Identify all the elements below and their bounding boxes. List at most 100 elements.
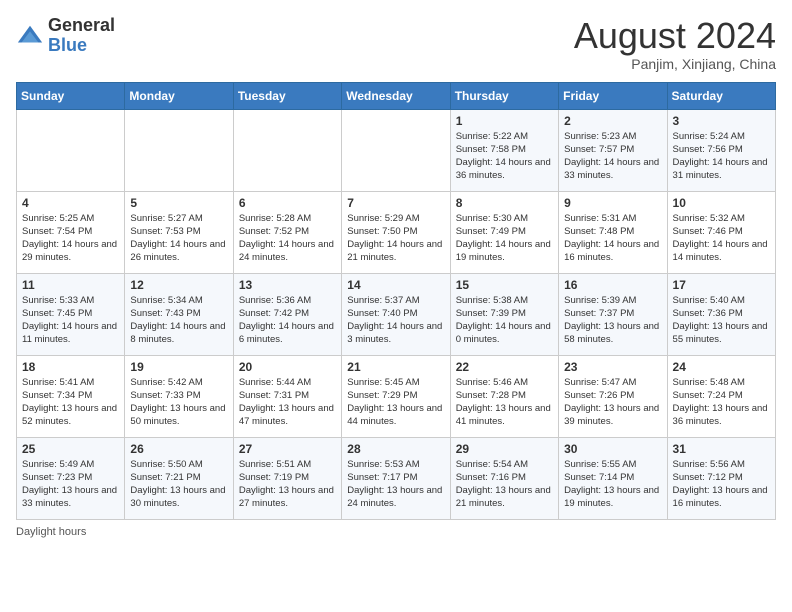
- day-number: 1: [456, 114, 553, 128]
- location: Panjim, Xinjiang, China: [574, 56, 776, 72]
- calendar-week-row: 4 Sunrise: 5:25 AMSunset: 7:54 PMDaylight…: [17, 191, 776, 273]
- calendar-cell: 27Sunrise: 5:51 AMSunset: 7:19 PMDayligh…: [233, 437, 341, 519]
- calendar-cell: [17, 109, 125, 191]
- calendar-cell: 19Sunrise: 5:42 AMSunset: 7:33 PMDayligh…: [125, 355, 233, 437]
- calendar-cell: 31Sunrise: 5:56 AMSunset: 7:12 PMDayligh…: [667, 437, 775, 519]
- day-info: Sunrise: 5:56 AMSunset: 7:12 PMDaylight:…: [673, 458, 770, 511]
- day-header-tuesday: Tuesday: [233, 82, 341, 109]
- logo: General Blue: [16, 16, 115, 56]
- day-number: 8: [456, 196, 553, 210]
- day-number: 13: [239, 278, 336, 292]
- day-info: Sunrise: 5:53 AMSunset: 7:17 PMDaylight:…: [347, 458, 444, 511]
- day-number: 20: [239, 360, 336, 374]
- calendar-cell: 25Sunrise: 5:49 AMSunset: 7:23 PMDayligh…: [17, 437, 125, 519]
- day-number: 17: [673, 278, 770, 292]
- day-number: 5: [130, 196, 227, 210]
- day-info: Sunrise: 5:27 AMSunset: 7:53 PMDaylight:…: [130, 212, 227, 265]
- calendar-cell: 13Sunrise: 5:36 AMSunset: 7:42 PMDayligh…: [233, 273, 341, 355]
- day-number: 15: [456, 278, 553, 292]
- day-info: Sunrise: 5:23 AMSunset: 7:57 PMDaylight:…: [564, 130, 661, 183]
- logo-blue-text: Blue: [48, 35, 87, 55]
- day-info: Sunrise: 5:55 AMSunset: 7:14 PMDaylight:…: [564, 458, 661, 511]
- calendar-cell: 17 Sunrise: 5:40 AMSunset: 7:36 PMDayligh…: [667, 273, 775, 355]
- day-number: 22: [456, 360, 553, 374]
- calendar-cell: 1 Sunrise: 5:22 AMSunset: 7:58 PMDaylight…: [450, 109, 558, 191]
- calendar-cell: [233, 109, 341, 191]
- calendar-cell: 2Sunrise: 5:23 AMSunset: 7:57 PMDaylight…: [559, 109, 667, 191]
- calendar-week-row: 18 Sunrise: 5:41 AMSunset: 7:34 PMDayligh…: [17, 355, 776, 437]
- day-info: Sunrise: 5:39 AMSunset: 7:37 PMDaylight:…: [564, 294, 661, 347]
- day-info: Sunrise: 5:28 AMSunset: 7:52 PMDaylight:…: [239, 212, 336, 265]
- page-header: General Blue August 2024 Panjim, Xinjian…: [16, 16, 776, 72]
- day-number: 26: [130, 442, 227, 456]
- day-info: Sunrise: 5:30 AMSunset: 7:49 PMDaylight:…: [456, 212, 553, 265]
- calendar-cell: 23 Sunrise: 5:47 AMSunset: 7:26 PMDayligh…: [559, 355, 667, 437]
- day-number: 28: [347, 442, 444, 456]
- calendar-cell: 30Sunrise: 5:55 AMSunset: 7:14 PMDayligh…: [559, 437, 667, 519]
- day-info: Sunrise: 5:24 AMSunset: 7:56 PMDaylight:…: [673, 130, 770, 183]
- calendar-week-row: 1 Sunrise: 5:22 AMSunset: 7:58 PMDaylight…: [17, 109, 776, 191]
- calendar-header-row: SundayMondayTuesdayWednesdayThursdayFrid…: [17, 82, 776, 109]
- calendar-cell: 26 Sunrise: 5:50 AMSunset: 7:21 PMDayligh…: [125, 437, 233, 519]
- day-info: Sunrise: 5:48 AMSunset: 7:24 PMDaylight:…: [673, 376, 770, 429]
- logo-icon: [16, 22, 44, 50]
- calendar-cell: 12 Sunrise: 5:34 AMSunset: 7:43 PMDayligh…: [125, 273, 233, 355]
- day-info: Sunrise: 5:29 AMSunset: 7:50 PMDaylight:…: [347, 212, 444, 265]
- day-header-wednesday: Wednesday: [342, 82, 450, 109]
- calendar-week-row: 11 Sunrise: 5:33 AMSunset: 7:45 PMDayligh…: [17, 273, 776, 355]
- day-info: Sunrise: 5:41 AMSunset: 7:34 PMDaylight:…: [22, 376, 119, 429]
- day-number: 19: [130, 360, 227, 374]
- day-info: Sunrise: 5:45 AMSunset: 7:29 PMDaylight:…: [347, 376, 444, 429]
- day-number: 9: [564, 196, 661, 210]
- day-number: 11: [22, 278, 119, 292]
- day-number: 23: [564, 360, 661, 374]
- calendar-week-row: 25Sunrise: 5:49 AMSunset: 7:23 PMDayligh…: [17, 437, 776, 519]
- day-info: Sunrise: 5:46 AMSunset: 7:28 PMDaylight:…: [456, 376, 553, 429]
- calendar-cell: 11 Sunrise: 5:33 AMSunset: 7:45 PMDayligh…: [17, 273, 125, 355]
- day-info: Sunrise: 5:32 AMSunset: 7:46 PMDaylight:…: [673, 212, 770, 265]
- day-number: 29: [456, 442, 553, 456]
- day-number: 14: [347, 278, 444, 292]
- calendar-cell: 10Sunrise: 5:32 AMSunset: 7:46 PMDayligh…: [667, 191, 775, 273]
- day-number: 24: [673, 360, 770, 374]
- calendar-cell: 29 Sunrise: 5:54 AMSunset: 7:16 PMDayligh…: [450, 437, 558, 519]
- calendar-cell: 4 Sunrise: 5:25 AMSunset: 7:54 PMDaylight…: [17, 191, 125, 273]
- footer: Daylight hours: [16, 526, 776, 538]
- day-info: Sunrise: 5:22 AMSunset: 7:58 PMDaylight:…: [456, 130, 553, 183]
- day-header-thursday: Thursday: [450, 82, 558, 109]
- day-number: 3: [673, 114, 770, 128]
- day-number: 6: [239, 196, 336, 210]
- title-block: August 2024 Panjim, Xinjiang, China: [574, 16, 776, 72]
- day-info: Sunrise: 5:49 AMSunset: 7:23 PMDaylight:…: [22, 458, 119, 511]
- calendar-cell: 9 Sunrise: 5:31 AMSunset: 7:48 PMDaylight…: [559, 191, 667, 273]
- calendar-cell: 3 Sunrise: 5:24 AMSunset: 7:56 PMDaylight…: [667, 109, 775, 191]
- day-number: 12: [130, 278, 227, 292]
- day-info: Sunrise: 5:33 AMSunset: 7:45 PMDaylight:…: [22, 294, 119, 347]
- day-number: 18: [22, 360, 119, 374]
- calendar-cell: 21Sunrise: 5:45 AMSunset: 7:29 PMDayligh…: [342, 355, 450, 437]
- day-info: Sunrise: 5:47 AMSunset: 7:26 PMDaylight:…: [564, 376, 661, 429]
- calendar-cell: 14Sunrise: 5:37 AMSunset: 7:40 PMDayligh…: [342, 273, 450, 355]
- day-info: Sunrise: 5:54 AMSunset: 7:16 PMDaylight:…: [456, 458, 553, 511]
- day-info: Sunrise: 5:31 AMSunset: 7:48 PMDaylight:…: [564, 212, 661, 265]
- day-info: Sunrise: 5:50 AMSunset: 7:21 PMDaylight:…: [130, 458, 227, 511]
- calendar-cell: 28 Sunrise: 5:53 AMSunset: 7:17 PMDayligh…: [342, 437, 450, 519]
- day-info: Sunrise: 5:34 AMSunset: 7:43 PMDaylight:…: [130, 294, 227, 347]
- day-info: Sunrise: 5:38 AMSunset: 7:39 PMDaylight:…: [456, 294, 553, 347]
- calendar-cell: 18 Sunrise: 5:41 AMSunset: 7:34 PMDayligh…: [17, 355, 125, 437]
- calendar-cell: 6 Sunrise: 5:28 AMSunset: 7:52 PMDaylight…: [233, 191, 341, 273]
- day-header-saturday: Saturday: [667, 82, 775, 109]
- calendar-cell: 16Sunrise: 5:39 AMSunset: 7:37 PMDayligh…: [559, 273, 667, 355]
- calendar-cell: 24 Sunrise: 5:48 AMSunset: 7:24 PMDayligh…: [667, 355, 775, 437]
- day-header-monday: Monday: [125, 82, 233, 109]
- calendar-cell: 15 Sunrise: 5:38 AMSunset: 7:39 PMDayligh…: [450, 273, 558, 355]
- calendar-cell: 22 Sunrise: 5:46 AMSunset: 7:28 PMDayligh…: [450, 355, 558, 437]
- calendar-cell: [342, 109, 450, 191]
- day-number: 4: [22, 196, 119, 210]
- day-number: 27: [239, 442, 336, 456]
- day-header-friday: Friday: [559, 82, 667, 109]
- calendar-cell: [125, 109, 233, 191]
- day-info: Sunrise: 5:25 AMSunset: 7:54 PMDaylight:…: [22, 212, 119, 265]
- day-header-sunday: Sunday: [17, 82, 125, 109]
- day-info: Sunrise: 5:40 AMSunset: 7:36 PMDaylight:…: [673, 294, 770, 347]
